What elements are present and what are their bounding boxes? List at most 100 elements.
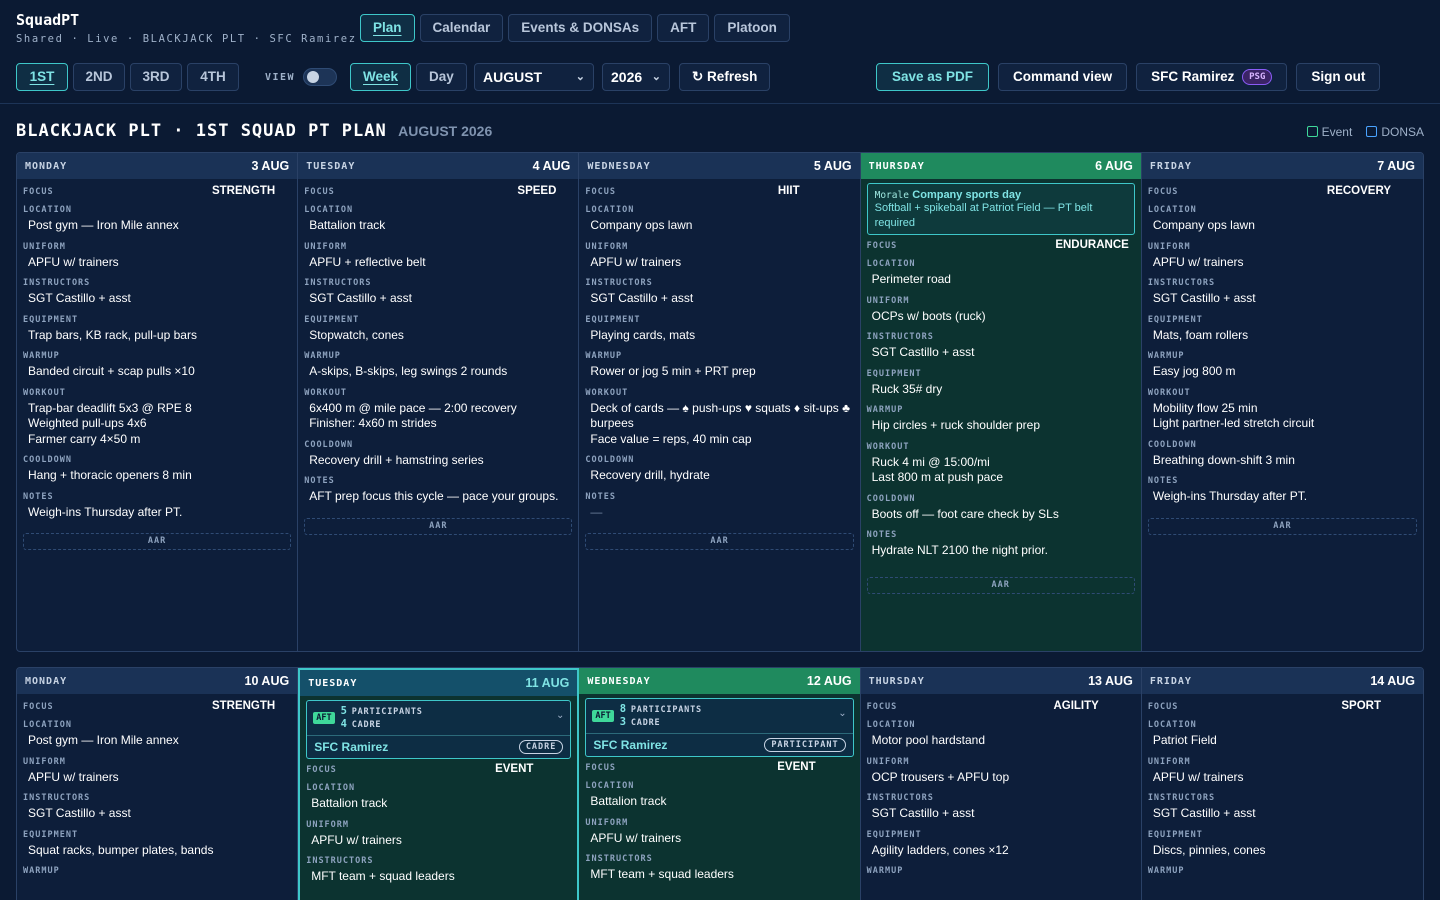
command-view-button[interactable]: Command view [998,63,1128,91]
cadre-count: 4 [340,718,348,730]
uniform-label: UNIFORM [585,241,629,252]
aar-button[interactable]: AAR [304,517,573,535]
location-label: LOCATION [306,783,356,793]
location-label: LOCATION [585,205,635,215]
tab-plan[interactable]: Plan [360,14,415,42]
aft-counts: 5 PARTICIPANTS 4 CADRE [341,705,423,731]
user-name: SFC Ramirez [1151,69,1235,84]
legend-event[interactable]: Event [1306,125,1353,139]
instructors-value: MFT team + squad leaders [311,869,455,883]
month-select[interactable]: AUGUST ⌄ [474,63,594,91]
day-card[interactable]: MONDAY 3 AUG FOCUS STRENGTH LOCATION Post… [17,153,299,651]
tab-events-donsas[interactable]: Events & DONSAs [508,14,653,42]
participants-label: PARTICIPANTS [351,707,423,717]
day-card[interactable]: TUESDAY 4 AUG FOCUS SPEED LOCATION Battal… [298,153,580,651]
user-menu-button[interactable]: SFC Ramirez PSG [1136,63,1288,91]
view-label: VIEW [265,71,296,83]
notes-label: NOTES [1147,476,1179,486]
tab-aft[interactable]: AFT [657,14,710,42]
equipment-value: Agility ladders, cones ×12 [871,842,1009,857]
legend-donsa[interactable]: DONSA [1366,125,1424,139]
instructors-value: SGT Castillo + asst [871,806,975,820]
chevron-down-icon[interactable]: ⌄ [556,710,564,721]
focus-value: AGILITY [1053,700,1099,712]
uniform-label: UNIFORM [23,241,66,252]
role-badge: PARTICIPANT [764,738,846,752]
location-value: Post gym — Iron Mile annex [28,733,179,747]
warmup-label: WARMUP [23,866,60,876]
instructors-value: SGT Castillo + asst [590,291,694,305]
cooldown-label: COOLDOWN [585,455,635,465]
instructors-label: INSTRUCTORS [306,856,374,866]
squad-2nd-button[interactable]: 2ND [73,63,125,91]
squad-1st-button[interactable]: 1ST [16,63,68,91]
day-view-button[interactable]: Day [416,63,467,91]
warmup-label: WARMUP [866,866,904,876]
focus-value: EVENT [777,761,816,773]
focus-label: FOCUS [866,241,898,251]
participants-label: PARTICIPANTS [630,705,702,715]
instructors-value: SGT Castillo + asst [1152,806,1256,820]
cooldown-value: Boots off — foot care check by SLs [871,506,1059,521]
uniform-label: UNIFORM [866,295,910,306]
uniform-label: UNIFORM [1147,756,1191,767]
equipment-label: EQUIPMENT [866,829,922,840]
uniform-value: APFU w/ trainers [1152,254,1244,269]
legend-event-label: Event [1321,125,1353,139]
workout-line: Mobility flow 25 min [1152,400,1258,415]
equipment-value: Stopwatch, cones [309,327,404,342]
squad-4th-button[interactable]: 4TH [187,63,239,91]
day-card[interactable]: FRIDAY 7 AUG FOCUS RECOVERY LOCATION Comp… [1141,153,1423,651]
year-select[interactable]: 2026 ⌄ [602,63,670,91]
location-value: Company ops lawn [1152,218,1255,232]
notes-value: AFT prep focus this cycle — pace your gr… [309,489,559,503]
day-card[interactable]: THURSDAY 13 AUG FOCUS AGILITY LOCATION Mo… [860,668,1142,900]
day-card[interactable]: WEDNESDAY 5 AUG FOCUS HIIT LOCATION Compa… [579,153,861,651]
day-card[interactable]: MONDAY 10 AUG FOCUS STRENGTH LOCATION Pos… [17,668,299,900]
sign-out-button[interactable]: Sign out [1296,63,1381,91]
day-card-selected[interactable]: TUESDAY 11 AUG AFT 5 PARTICIPANTS 4 CADRE … [298,668,580,900]
warmup-label: WARMUP [1147,866,1185,876]
aft-session-card[interactable]: AFT 5 PARTICIPANTS 4 CADRE ⌄ SFC Ramirez C… [306,700,572,759]
day-card[interactable]: FRIDAY 14 AUG FOCUS SPORT LOCATION Patrio… [1141,668,1423,900]
aar-button[interactable]: AAR [866,576,1135,594]
instructors-label: INSTRUCTORS [1147,278,1216,288]
chevron-down-icon: ⌄ [651,71,661,83]
focus-label: FOCUS [585,763,616,773]
aar-button[interactable]: AAR [1147,517,1418,535]
view-toggle[interactable] [303,68,338,86]
save-pdf-button[interactable]: Save as PDF [876,63,990,91]
day-card-event[interactable]: THURSDAY 6 AUG Morale Company sports day… [860,153,1142,651]
day-header: TUESDAY 4 AUG [298,153,579,179]
equipment-label: EQUIPMENT [866,368,922,379]
day-card-event[interactable]: WEDNESDAY 12 AUG AFT 8 PARTICIPANTS 3 CADR… [579,668,861,900]
location-value: Company ops lawn [590,218,693,232]
week-view-button[interactable]: Week [350,63,412,91]
cadre-count: 3 [619,716,627,728]
day-header: TUESDAY 11 AUG [300,670,578,696]
participant-count: 8 [619,703,627,715]
event-banner[interactable]: Morale Company sports day Softball + spi… [866,183,1135,235]
top-bar: SquadPT Shared · Live · BLACKJACK PLT · … [0,0,1440,104]
notes-value: Weigh-ins Thursday after PT. [28,504,183,519]
participant-count: 5 [340,705,348,717]
aft-roster-row: SFC Ramirez CADRE [307,736,570,758]
chevron-down-icon[interactable]: ⌄ [838,708,846,719]
day-date: 11 AUG [525,676,570,690]
workout-label: WORKOUT [23,387,66,398]
refresh-button[interactable]: ↻ Refresh [679,63,771,91]
aar-button[interactable]: AAR [23,533,292,550]
location-value: Perimeter road [871,272,951,286]
aar-button[interactable]: AAR [585,533,854,550]
instructors-value: SGT Castillo + asst [1152,291,1256,305]
day-date: 6 AUG [1095,159,1133,173]
day-date: 3 AUG [251,159,290,173]
tab-platoon[interactable]: Platoon [714,14,790,42]
focus-label: FOCUS [23,187,54,197]
warmup-value: Rower or jog 5 min + PRT prep [590,364,756,378]
squad-3rd-button[interactable]: 3RD [130,63,182,91]
tab-calendar[interactable]: Calendar [419,14,504,42]
aft-session-card[interactable]: AFT 8 PARTICIPANTS 3 CADRE ⌄ SFC Ramirez P… [585,698,854,757]
roster-name: SFC Ramirez [314,740,389,754]
day-header: THURSDAY 13 AUG [860,668,1141,694]
